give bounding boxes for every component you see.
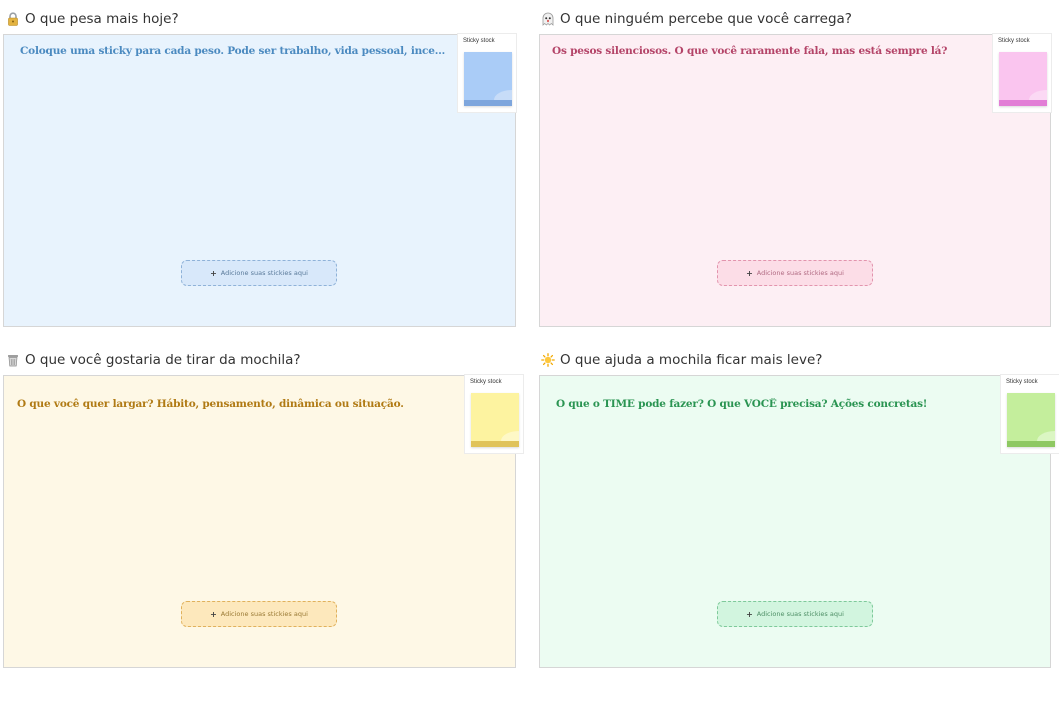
plus-icon: +	[746, 609, 753, 619]
ghost-icon	[541, 12, 555, 26]
sticky-stock[interactable]: Sticky stock	[464, 374, 524, 454]
sticky-stock-label: Sticky stock	[463, 38, 495, 44]
add-stickies-label: Adicione suas stickies aqui	[756, 610, 844, 618]
section-prompt: O que você quer largar? Hábito, pensamen…	[17, 398, 404, 410]
sticky-note-pad[interactable]	[999, 52, 1047, 106]
section-title-2: O que ninguém percebe que você carrega?	[541, 11, 852, 27]
sticky-note-pad[interactable]	[1007, 393, 1055, 447]
section-panel-2[interactable]: Os pesos silenciosos. O que você raramen…	[539, 33, 1052, 327]
section-title-4: O que ajuda a mochila ficar mais leve?	[541, 352, 822, 368]
sticky-note-pad[interactable]	[471, 393, 519, 447]
add-stickies-button[interactable]: + Adicione suas stickies aqui	[181, 601, 337, 627]
plus-icon: +	[746, 268, 753, 278]
add-stickies-label: Adicione suas stickies aqui	[756, 269, 844, 277]
section-prompt: O que o TIME pode fazer? O que VOCÊ prec…	[556, 398, 928, 410]
sticky-stock[interactable]: Sticky stock	[992, 33, 1052, 113]
sticky-stock[interactable]: Sticky stock	[457, 33, 517, 113]
sticky-note-pad[interactable]	[464, 52, 512, 106]
plus-icon: +	[210, 268, 217, 278]
whiteboard-canvas[interactable]: O que pesa mais hoje? Coloque uma sticky…	[0, 0, 1059, 713]
section-title-3: O que você gostaria de tirar da mochila?	[6, 352, 301, 368]
add-stickies-button[interactable]: + Adicione suas stickies aqui	[181, 260, 337, 286]
sticky-stock[interactable]: Sticky stock	[1000, 374, 1059, 454]
section-title-1: O que pesa mais hoje?	[6, 11, 179, 27]
section-prompt: Coloque uma sticky para cada peso. Pode …	[20, 45, 448, 57]
trash-can-icon	[6, 353, 20, 367]
section-title-text: O que pesa mais hoje?	[25, 11, 179, 27]
add-stickies-label: Adicione suas stickies aqui	[220, 269, 308, 277]
sticky-stock-label: Sticky stock	[470, 379, 502, 385]
section-prompt: Os pesos silenciosos. O que você raramen…	[552, 45, 948, 57]
section-title-text: O que você gostaria de tirar da mochila?	[25, 352, 301, 368]
add-stickies-button[interactable]: + Adicione suas stickies aqui	[717, 260, 873, 286]
sun-icon	[541, 353, 555, 367]
section-title-text: O que ajuda a mochila ficar mais leve?	[560, 352, 823, 368]
section-panel-3[interactable]: O que você quer largar? Hábito, pensamen…	[3, 374, 524, 668]
plus-icon: +	[210, 609, 217, 619]
section-title-text: O que ninguém percebe que você carrega?	[560, 11, 852, 27]
sticky-stock-label: Sticky stock	[1006, 379, 1038, 385]
add-stickies-label: Adicione suas stickies aqui	[220, 610, 308, 618]
add-stickies-button[interactable]: + Adicione suas stickies aqui	[717, 601, 873, 627]
lock-icon	[6, 12, 20, 26]
sticky-stock-label: Sticky stock	[998, 38, 1030, 44]
section-panel-1[interactable]: Coloque uma sticky para cada peso. Pode …	[3, 33, 517, 327]
section-panel-4[interactable]: O que o TIME pode fazer? O que VOCÊ prec…	[539, 374, 1059, 668]
